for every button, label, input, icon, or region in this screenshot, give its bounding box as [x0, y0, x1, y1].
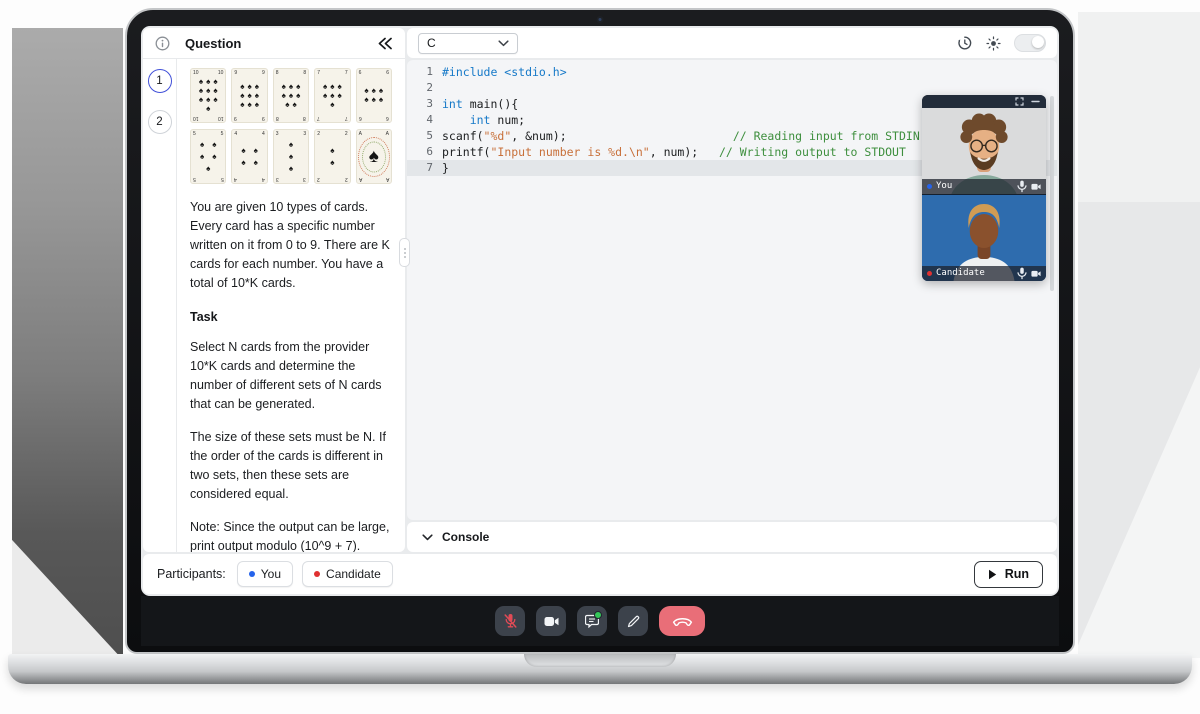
- webcam-dot: [597, 16, 604, 23]
- editor-toolbar: C: [407, 28, 1057, 58]
- playing-card-2: 2222♠♠: [314, 129, 350, 184]
- participant-chip-you[interactable]: You: [237, 561, 293, 587]
- video-tile-you[interactable]: You: [922, 108, 1046, 194]
- candidate-video-label: Candidate: [936, 266, 985, 281]
- question-tab-2[interactable]: 2: [148, 110, 172, 134]
- cards-image: 10101010♠♠♠♠♠♠♠♠♠♠9999♠♠♠♠♠♠♠♠♠8888♠♠♠♠♠…: [190, 68, 392, 184]
- pencil-icon: [627, 615, 640, 628]
- code-editor[interactable]: 1#include <stdio.h>23int main(){4 int nu…: [407, 60, 1057, 520]
- marketing-canvas: Question 12 10101010♠♠♠♠♠♠♠♠♠♠9999♠♠♠♠♠♠…: [0, 0, 1200, 714]
- you-video-label: You: [936, 179, 952, 194]
- light-mode-sun-icon: [986, 36, 1001, 51]
- expand-icon[interactable]: [1015, 97, 1024, 106]
- playing-card-A: AAAA♠: [356, 129, 392, 184]
- video-panel-titlebar: [922, 95, 1046, 108]
- question-panel-title: Question: [185, 36, 241, 51]
- chat-button[interactable]: [577, 606, 607, 636]
- camera-icon[interactable]: [1031, 270, 1041, 278]
- backdrop-right-shape: [1078, 12, 1200, 658]
- language-select-value: C: [427, 36, 436, 50]
- minimize-icon[interactable]: [1031, 97, 1040, 106]
- backdrop-left-shape: [12, 28, 123, 660]
- participants-bar: Participants: You Candidate Run: [143, 554, 1057, 594]
- question-content[interactable]: 10101010♠♠♠♠♠♠♠♠♠♠9999♠♠♠♠♠♠♠♠♠8888♠♠♠♠♠…: [177, 59, 405, 552]
- camera-button[interactable]: [536, 606, 566, 636]
- question-tab-1[interactable]: 1: [148, 69, 172, 93]
- candidate-status-dot: [927, 271, 932, 276]
- interview-app-window: Question 12 10101010♠♠♠♠♠♠♠♠♠♠9999♠♠♠♠♠♠…: [141, 26, 1059, 646]
- question-text: You are given 10 types of cards. Every c…: [190, 198, 392, 552]
- console-bar[interactable]: Console: [407, 522, 1057, 552]
- collapse-panel-icon[interactable]: [377, 37, 393, 50]
- question-heading: Task: [190, 310, 392, 324]
- laptop-base: [8, 654, 1192, 684]
- theme-toggle[interactable]: [1014, 34, 1046, 52]
- run-button-label: Run: [1005, 567, 1029, 581]
- call-controls-tray: [141, 596, 1059, 646]
- laptop-mockup: Question 12 10101010♠♠♠♠♠♠♠♠♠♠9999♠♠♠♠♠♠…: [125, 8, 1075, 654]
- laptop-base-notch: [524, 654, 676, 667]
- end-call-icon: [672, 616, 693, 626]
- video-tile-candidate[interactable]: Candidate: [922, 194, 1046, 281]
- question-paragraph: You are given 10 types of cards. Every c…: [190, 198, 392, 293]
- playing-card-4: 4444♠♠♠♠: [231, 129, 267, 184]
- you-status-dot: [927, 184, 932, 189]
- mic-icon[interactable]: [1017, 267, 1027, 281]
- participant-chip-candidate[interactable]: Candidate: [302, 561, 393, 587]
- question-paragraph: The size of these sets must be N. If the…: [190, 428, 392, 504]
- code-line-1[interactable]: 1#include <stdio.h>: [407, 64, 1057, 80]
- editor-panel: C: [407, 28, 1057, 552]
- mic-icon[interactable]: [1017, 180, 1027, 194]
- question-panel-header: Question: [143, 28, 405, 59]
- question-paragraph: Select N cards from the provider 10*K ca…: [190, 338, 392, 414]
- question-paragraph: Note: Since the output can be large, pri…: [190, 518, 392, 552]
- history-reset-icon[interactable]: [956, 35, 973, 51]
- playing-card-6: 6666♠♠♠♠♠♠: [356, 68, 392, 123]
- camera-icon[interactable]: [1031, 183, 1041, 191]
- end-call-button[interactable]: [659, 606, 705, 636]
- info-icon[interactable]: [155, 36, 170, 51]
- mic-muted-button[interactable]: [495, 606, 525, 636]
- playing-card-7: 7777♠♠♠♠♠♠♠: [314, 68, 350, 123]
- playing-card-8: 8888♠♠♠♠♠♠♠♠: [273, 68, 309, 123]
- code-line-2[interactable]: 2: [407, 80, 1057, 96]
- draw-button[interactable]: [618, 606, 648, 636]
- question-rail: 12: [143, 59, 177, 552]
- video-tile-candidate-bar: Candidate: [922, 266, 1046, 281]
- chat-notification-dot: [594, 611, 602, 619]
- playing-card-5: 5555♠♠♠♠♠: [190, 129, 226, 184]
- language-select[interactable]: C: [418, 33, 518, 54]
- playing-card-9: 9999♠♠♠♠♠♠♠♠♠: [231, 68, 267, 123]
- playing-card-10: 10101010♠♠♠♠♠♠♠♠♠♠: [190, 68, 226, 123]
- mic-muted-icon: [503, 613, 518, 629]
- video-tile-you-bar: You: [922, 179, 1046, 194]
- editor-scrollbar[interactable]: [1050, 96, 1054, 291]
- video-call-panel[interactable]: You: [922, 95, 1046, 281]
- run-button[interactable]: Run: [974, 561, 1043, 588]
- play-icon: [988, 569, 997, 580]
- console-label: Console: [442, 530, 489, 544]
- chevron-down-icon: [422, 534, 433, 541]
- panel-resize-handle[interactable]: [399, 238, 410, 267]
- participants-chips: You Candidate: [237, 561, 393, 587]
- playing-card-3: 3333♠♠♠: [273, 129, 309, 184]
- participants-label: Participants:: [157, 567, 226, 581]
- chevron-down-icon: [498, 40, 509, 47]
- camera-icon: [544, 616, 559, 627]
- question-panel: Question 12 10101010♠♠♠♠♠♠♠♠♠♠9999♠♠♠♠♠♠…: [143, 28, 405, 552]
